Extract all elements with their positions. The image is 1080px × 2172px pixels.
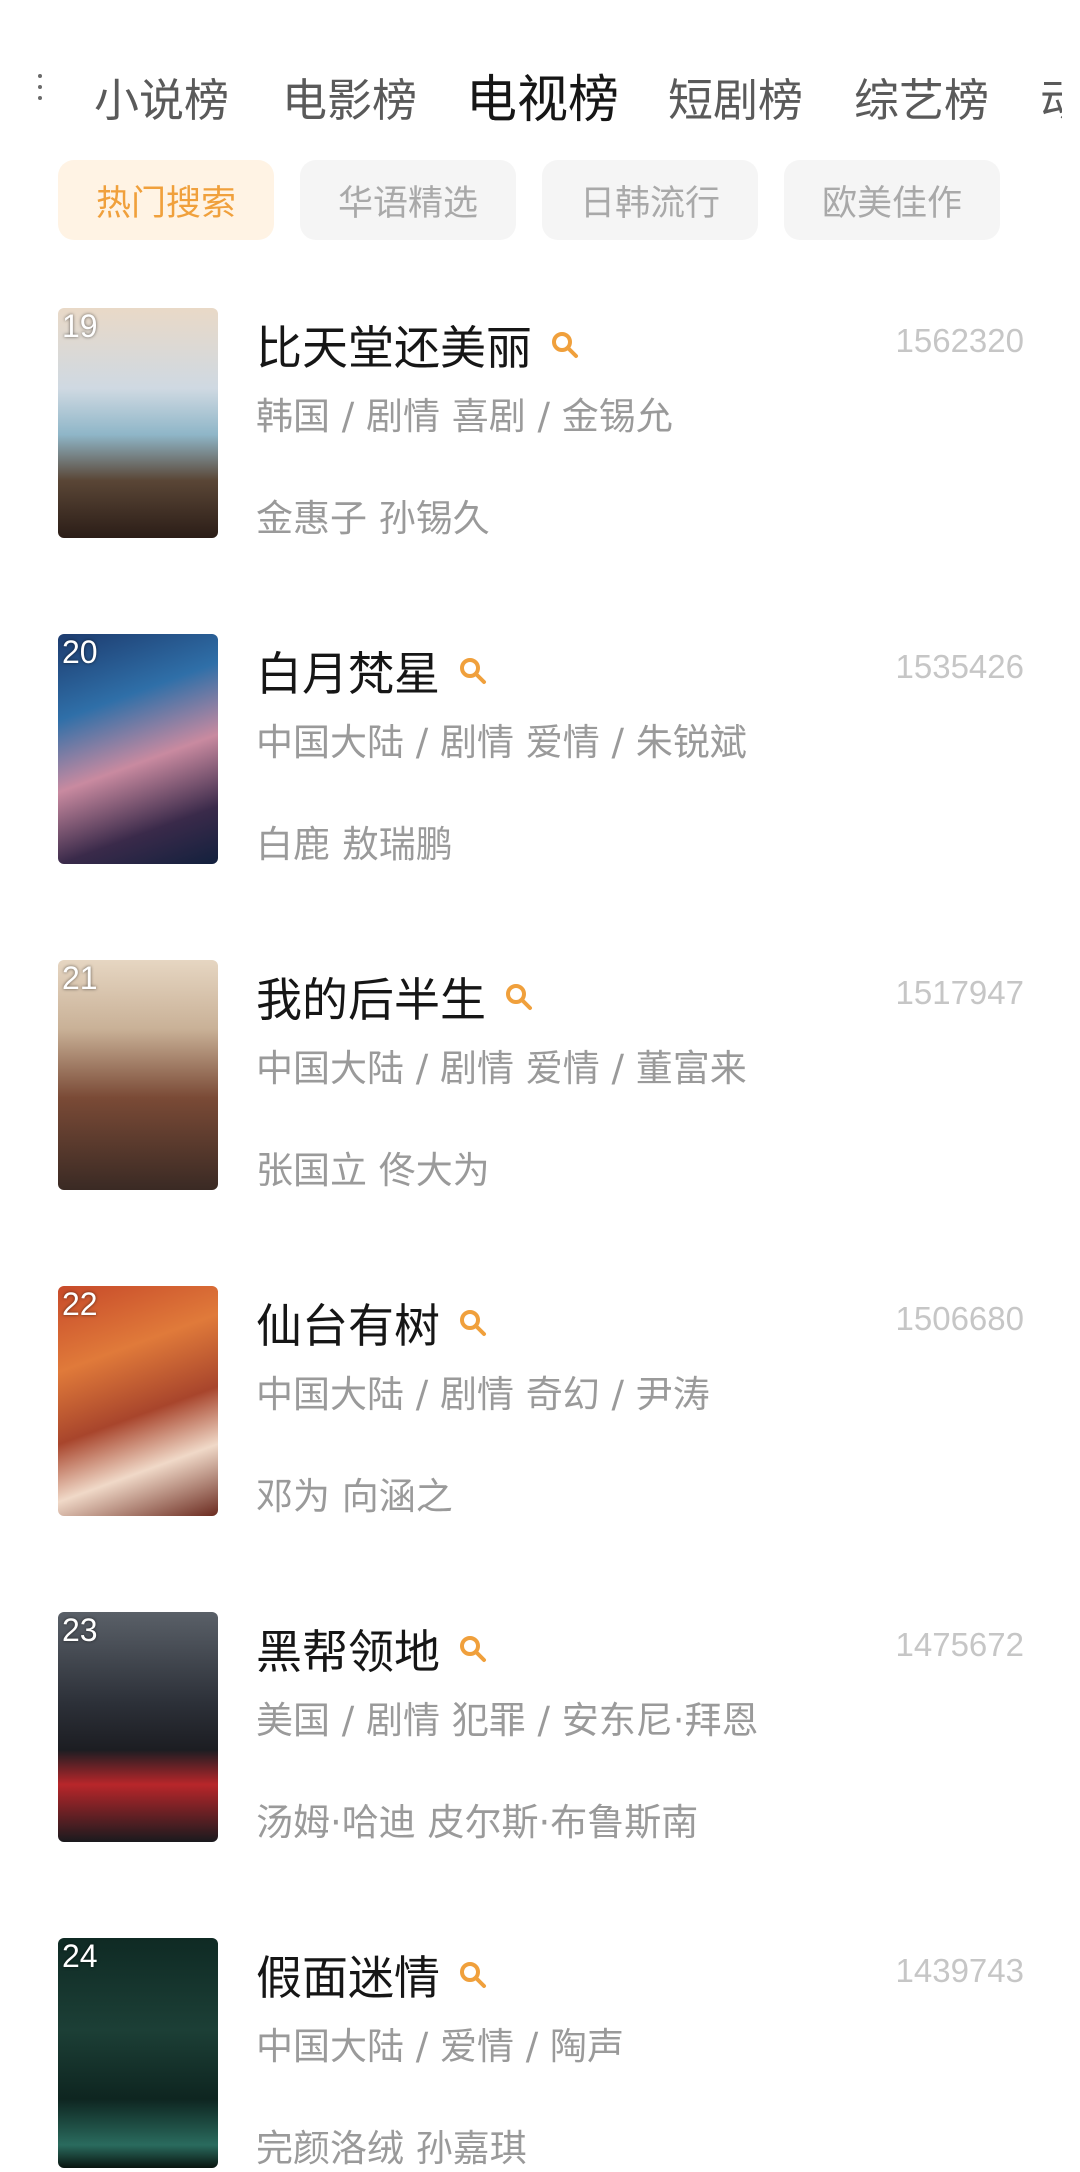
item-meta: 中国大陆 / 剧情 奇幻 / 尹涛: [256, 1373, 710, 1416]
more-dots-icon[interactable]: [38, 74, 46, 107]
item-cast: 完颜洛绒 孙嘉琪: [256, 2127, 527, 2170]
list-item[interactable]: 21 我的后半生 1517947 中国大陆 / 剧情 爱情 / 董富来 张国立 佟大为: [0, 960, 1080, 1192]
item-meta: 中国大陆 / 剧情 爱情 / 朱锐斌: [256, 721, 747, 764]
item-title[interactable]: 我的后半生: [256, 964, 534, 1030]
chip-chinese-picks[interactable]: 华语精选: [300, 160, 516, 240]
tab-tv[interactable]: 电视榜: [466, 58, 619, 132]
poster-image[interactable]: 22: [58, 1286, 218, 1516]
poster-image[interactable]: 21: [58, 960, 218, 1190]
item-title[interactable]: 仙台有树: [256, 1290, 488, 1356]
rank-number: 23: [62, 1612, 98, 1648]
popularity-score: 1506680: [895, 1300, 1024, 1337]
search-icon[interactable]: [458, 1634, 488, 1664]
search-icon[interactable]: [458, 1960, 488, 1990]
popularity-score: 1562320: [895, 322, 1024, 359]
search-icon[interactable]: [458, 1308, 488, 1338]
category-tab-bar: 小说榜 电影榜 电视榜 短剧榜 综艺榜 动漫榜: [0, 50, 1080, 140]
popularity-score: 1439743: [895, 1952, 1024, 1989]
poster-image[interactable]: 24: [58, 1938, 218, 2168]
rank-number: 24: [62, 1938, 98, 1974]
item-title-text: 黑帮领地: [256, 1625, 440, 1679]
poster-image[interactable]: 19: [58, 308, 218, 538]
tab-novel[interactable]: 小说榜: [94, 64, 229, 129]
poster-image[interactable]: 20: [58, 634, 218, 864]
search-icon[interactable]: [458, 656, 488, 686]
popularity-score: 1517947: [895, 974, 1024, 1011]
search-icon[interactable]: [504, 982, 534, 1012]
item-cast: 张国立 佟大为: [256, 1149, 490, 1192]
popularity-score: 1535426: [895, 648, 1024, 685]
tab-variety[interactable]: 综艺榜: [854, 64, 989, 129]
item-title-text: 白月梵星: [256, 647, 440, 701]
list-item[interactable]: 20 白月梵星 1535426 中国大陆 / 剧情 爱情 / 朱锐斌 白鹿 敖瑞鹏: [0, 634, 1080, 866]
item-title-text: 比天堂还美丽: [256, 321, 532, 375]
rank-number: 21: [62, 960, 98, 996]
rank-number: 19: [62, 308, 98, 344]
item-meta: 美国 / 剧情 犯罪 / 安东尼·拜恩: [256, 1699, 759, 1742]
poster-image[interactable]: 23: [58, 1612, 218, 1842]
list-item[interactable]: 22 仙台有树 1506680 中国大陆 / 剧情 奇幻 / 尹涛 邓为 向涵之: [0, 1286, 1080, 1518]
item-title-text: 假面迷情: [256, 1951, 440, 2005]
chip-hot-search[interactable]: 热门搜索: [58, 160, 274, 240]
item-title[interactable]: 假面迷情: [256, 1942, 488, 2008]
item-title[interactable]: 白月梵星: [256, 638, 488, 704]
popularity-score: 1475672: [895, 1626, 1024, 1663]
search-icon[interactable]: [550, 330, 580, 360]
item-meta: 中国大陆 / 剧情 爱情 / 董富来: [256, 1047, 747, 1090]
item-title-text: 仙台有树: [256, 1299, 440, 1353]
item-cast: 邓为 向涵之: [256, 1475, 453, 1518]
rank-number: 20: [62, 634, 98, 670]
list-item[interactable]: 24 假面迷情 1439743 中国大陆 / 爱情 / 陶声 完颜洛绒 孙嘉琪: [0, 1938, 1080, 2170]
item-cast: 汤姆·哈迪 皮尔斯·布鲁斯南: [256, 1801, 699, 1844]
list-item[interactable]: 23 黑帮领地 1475672 美国 / 剧情 犯罪 / 安东尼·拜恩 汤姆·哈迪 皮尔…: [0, 1612, 1080, 1844]
list-item[interactable]: 19 比天堂还美丽 1562320 韩国 / 剧情 喜剧 / 金锡允 金惠子 孙锡久: [0, 308, 1080, 540]
rank-number: 22: [62, 1286, 98, 1322]
item-meta: 中国大陆 / 爱情 / 陶声: [256, 2025, 624, 2068]
tab-short-drama[interactable]: 短剧榜: [668, 64, 803, 129]
item-title[interactable]: 比天堂还美丽: [256, 312, 580, 378]
tab-anime[interactable]: 动漫榜: [1040, 64, 1062, 129]
item-cast: 白鹿 敖瑞鹏: [256, 823, 453, 866]
item-meta: 韩国 / 剧情 喜剧 / 金锡允: [256, 395, 673, 438]
chip-jk-popular[interactable]: 日韩流行: [542, 160, 758, 240]
tab-movie[interactable]: 电影榜: [282, 64, 417, 129]
item-title-text: 我的后半生: [256, 973, 486, 1027]
item-cast: 金惠子 孙锡久: [256, 497, 490, 540]
chip-western-works[interactable]: 欧美佳作: [784, 160, 1000, 240]
item-title[interactable]: 黑帮领地: [256, 1616, 488, 1682]
